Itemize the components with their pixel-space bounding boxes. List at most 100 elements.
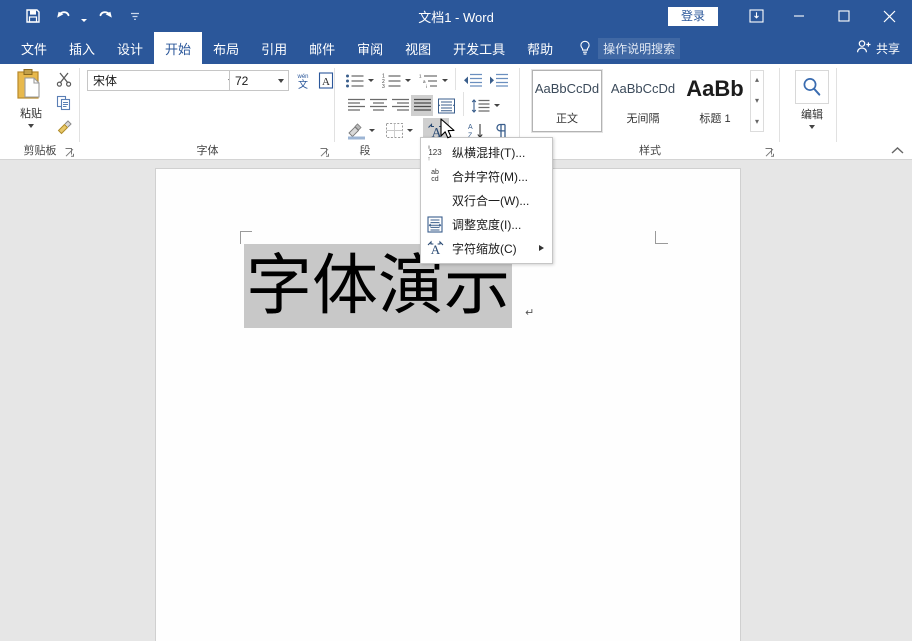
ribbon-display-options-icon[interactable] bbox=[736, 0, 776, 32]
paste-dropdown-caret[interactable] bbox=[28, 124, 34, 128]
share-label: 共享 bbox=[876, 40, 900, 57]
copy-icon[interactable] bbox=[52, 92, 76, 113]
character-scaling-icon: A bbox=[421, 236, 449, 260]
borders-icon[interactable] bbox=[383, 120, 405, 141]
style-preview: AaBbCcDd bbox=[610, 77, 676, 103]
styles-more-button[interactable]: ▾ bbox=[755, 113, 759, 131]
svg-text:1: 1 bbox=[419, 73, 422, 78]
line-spacing-icon[interactable] bbox=[469, 95, 492, 116]
quick-access-toolbar bbox=[18, 3, 150, 29]
borders-caret[interactable] bbox=[405, 120, 415, 141]
submenu-arrow-icon bbox=[539, 245, 544, 251]
redo-icon[interactable] bbox=[90, 3, 120, 29]
svg-text:A: A bbox=[322, 76, 330, 88]
tab-home[interactable]: 开始 bbox=[154, 32, 202, 64]
customize-quick-access-icon[interactable] bbox=[120, 3, 150, 29]
style-item-no-spacing[interactable]: AaBbCcDd 无间隔 bbox=[608, 70, 678, 132]
styles-scroll-up[interactable]: ▴ bbox=[755, 71, 759, 89]
bullets-icon[interactable] bbox=[343, 70, 366, 91]
maximize-icon[interactable] bbox=[821, 0, 866, 32]
menu-item-two-lines-in-one[interactable]: 双行合一(W)... bbox=[421, 188, 552, 212]
numbering-icon[interactable]: 123 bbox=[380, 70, 403, 91]
group-clipboard: 粘贴 剪贴板 bbox=[0, 64, 80, 160]
font-size-caret[interactable] bbox=[273, 71, 288, 90]
vertical-horizontal-text-icon: 123 bbox=[421, 140, 449, 164]
save-icon[interactable] bbox=[18, 3, 48, 29]
group-label-font: 字体 bbox=[80, 142, 335, 158]
distributed-align-icon[interactable] bbox=[435, 95, 457, 116]
editing-label: 编辑 bbox=[801, 106, 823, 122]
undo-icon[interactable] bbox=[48, 3, 78, 29]
styles-scroll-down[interactable]: ▾ bbox=[755, 92, 759, 110]
title-bar: 文档1 - Word 登录 bbox=[0, 0, 912, 32]
dialog-launcher-font[interactable] bbox=[319, 145, 331, 157]
tab-mailings[interactable]: 邮件 bbox=[298, 32, 346, 64]
margin-marker-top-left bbox=[240, 231, 252, 232]
dialog-launcher-styles[interactable] bbox=[764, 145, 776, 157]
tell-me-search[interactable]: 操作说明搜索 bbox=[578, 32, 680, 64]
tab-references[interactable]: 引用 bbox=[250, 32, 298, 64]
undo-dropdown-caret[interactable] bbox=[78, 3, 90, 29]
styles-scrollbar[interactable]: ▴ ▾ ▾ bbox=[750, 70, 764, 132]
menu-item-label: 字符缩放(C) bbox=[449, 240, 517, 257]
margin-marker-top-left-v bbox=[240, 231, 241, 244]
svg-text:123: 123 bbox=[428, 148, 442, 157]
style-name: 正文 bbox=[556, 110, 578, 126]
numbering-caret[interactable] bbox=[403, 70, 413, 91]
two-lines-in-one-icon bbox=[421, 188, 449, 212]
style-item-normal[interactable]: AaBbCcDd 正文 bbox=[532, 70, 602, 132]
phonetic-guide-icon[interactable]: wén文 bbox=[292, 70, 314, 91]
group-font: 宋体 72 wén文 A B I U abc x₂ x² A bbox=[80, 64, 335, 160]
tab-help[interactable]: 帮助 bbox=[516, 32, 564, 64]
align-left-icon[interactable] bbox=[345, 95, 367, 116]
format-painter-icon[interactable] bbox=[52, 116, 76, 137]
menu-item-vertical-horizontal-text[interactable]: 123 纵横混排(T)... bbox=[421, 140, 552, 164]
close-icon[interactable] bbox=[866, 0, 912, 32]
increase-indent-icon[interactable] bbox=[487, 70, 510, 91]
group-editing: 编辑 bbox=[780, 64, 912, 160]
font-name-combo[interactable]: 宋体 bbox=[87, 70, 239, 91]
menu-item-label: 调整宽度(I)... bbox=[449, 216, 521, 233]
menu-item-adjust-width[interactable]: 调整宽度(I)... bbox=[421, 212, 552, 236]
lightbulb-icon bbox=[578, 40, 592, 56]
share-button[interactable]: 共享 bbox=[856, 32, 900, 64]
menu-item-character-scaling[interactable]: A 字符缩放(C) bbox=[421, 236, 552, 260]
decrease-indent-icon[interactable] bbox=[461, 70, 484, 91]
tell-me-input[interactable]: 操作说明搜索 bbox=[598, 38, 680, 59]
sign-in-button[interactable]: 登录 bbox=[668, 7, 718, 26]
align-center-icon[interactable] bbox=[367, 95, 389, 116]
editing-caret[interactable] bbox=[809, 125, 815, 129]
tab-review[interactable]: 审阅 bbox=[346, 32, 394, 64]
style-item-heading-1[interactable]: AaBb 标题 1 bbox=[680, 70, 750, 132]
paste-button[interactable]: 粘贴 bbox=[8, 68, 54, 134]
search-magnifier-icon bbox=[795, 70, 829, 104]
multilevel-list-caret[interactable] bbox=[440, 70, 450, 91]
line-spacing-caret[interactable] bbox=[492, 95, 502, 116]
word-window: 文档1 - Word 登录 文件 插入 设计 开始 布局 引用 邮件 审阅 视图 bbox=[0, 0, 912, 641]
svg-text:3: 3 bbox=[382, 84, 385, 89]
editing-button[interactable]: 编辑 bbox=[792, 70, 832, 132]
cut-scissors-icon[interactable] bbox=[52, 68, 76, 89]
multilevel-list-icon[interactable]: 1ai bbox=[417, 70, 440, 91]
tab-design[interactable]: 设计 bbox=[106, 32, 154, 64]
font-size-value: 72 bbox=[230, 74, 273, 88]
tab-insert[interactable]: 插入 bbox=[58, 32, 106, 64]
menu-item-label: 合并字符(M)... bbox=[449, 168, 528, 185]
collapse-ribbon-icon[interactable] bbox=[891, 146, 904, 158]
tab-file[interactable]: 文件 bbox=[10, 32, 58, 64]
tab-developer[interactable]: 开发工具 bbox=[442, 32, 516, 64]
bullets-caret[interactable] bbox=[366, 70, 376, 91]
font-name-value: 宋体 bbox=[88, 72, 223, 89]
dialog-launcher-clipboard[interactable] bbox=[64, 145, 76, 157]
minimize-icon[interactable] bbox=[776, 0, 821, 32]
shading-icon[interactable] bbox=[345, 120, 367, 141]
menu-item-combine-characters[interactable]: abcd 合并字符(M)... bbox=[421, 164, 552, 188]
menu-item-label: 纵横混排(T)... bbox=[449, 144, 525, 161]
justify-icon[interactable] bbox=[411, 95, 433, 116]
font-size-combo[interactable]: 72 bbox=[229, 70, 289, 91]
tab-view[interactable]: 视图 bbox=[394, 32, 442, 64]
shading-caret[interactable] bbox=[367, 120, 377, 141]
align-right-icon[interactable] bbox=[389, 95, 411, 116]
tab-layout[interactable]: 布局 bbox=[202, 32, 250, 64]
style-name: 标题 1 bbox=[699, 110, 730, 126]
